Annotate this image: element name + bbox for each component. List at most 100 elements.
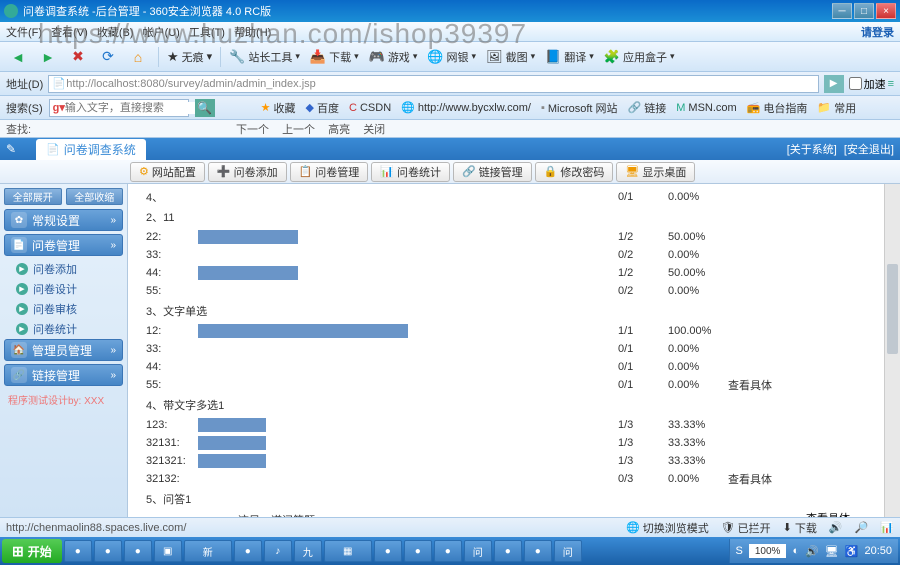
address-bar: 地址(D) 📄 ▶ 加速≡ bbox=[0, 72, 900, 96]
taskbar-item[interactable]: ● bbox=[64, 540, 92, 562]
taskbar-item[interactable]: ● bbox=[494, 540, 522, 562]
bookmark-item[interactable]: 📁常用 bbox=[817, 100, 856, 116]
collapse-all-button[interactable]: 全部收缩 bbox=[66, 188, 124, 205]
bookmark-item[interactable]: 🔗链接 bbox=[628, 100, 667, 116]
taskbar-item[interactable]: ▣ bbox=[154, 540, 182, 562]
menu-account[interactable]: 帐户(U) bbox=[143, 27, 180, 39]
sidebar-group[interactable]: 📄问卷管理» bbox=[4, 234, 123, 256]
action-button[interactable]: 📋问卷管理 bbox=[290, 162, 369, 182]
maximize-button[interactable]: □ bbox=[854, 3, 874, 19]
stop-button[interactable]: ✖ bbox=[66, 45, 90, 69]
taskbar-item[interactable]: ♪ bbox=[264, 540, 292, 562]
taskbar-item[interactable]: 九 bbox=[294, 540, 322, 562]
tray-icon[interactable]: 🔊 bbox=[805, 545, 819, 558]
vertical-scrollbar[interactable] bbox=[884, 184, 900, 517]
action-button[interactable]: ⚙网站配置 bbox=[130, 162, 205, 182]
forward-button[interactable]: ► bbox=[36, 45, 60, 69]
tray-icon[interactable]: ◐ bbox=[792, 545, 799, 557]
zoom-level[interactable]: 100% bbox=[749, 544, 787, 558]
taskbar-item[interactable]: ● bbox=[434, 540, 462, 562]
bookmark-item[interactable]: ▪Microsoft 网站 bbox=[541, 100, 618, 116]
scrollbar-thumb[interactable] bbox=[887, 264, 898, 354]
about-link[interactable]: [关于系统] bbox=[787, 144, 837, 156]
address-input-wrap[interactable]: 📄 bbox=[48, 75, 818, 93]
menu-file[interactable]: 文件(F) bbox=[6, 27, 42, 39]
sidebar-group[interactable]: 🔗链接管理» bbox=[4, 364, 123, 386]
taskbar-item[interactable]: ▦ bbox=[324, 540, 372, 562]
separator bbox=[220, 47, 221, 67]
sidebar-group[interactable]: ✿常规设置» bbox=[4, 209, 123, 231]
back-button[interactable]: ◄ bbox=[6, 45, 30, 69]
find-close[interactable]: 关闭 bbox=[363, 124, 385, 136]
menu-tools[interactable]: 工具(T) bbox=[189, 27, 225, 39]
bookmark-icon: 📁 bbox=[817, 101, 831, 114]
toolbar-item[interactable]: 📘翻译▾ bbox=[545, 49, 594, 65]
address-input[interactable] bbox=[66, 78, 814, 90]
sidebar-item[interactable]: ▶问卷审核 bbox=[4, 299, 123, 319]
toolbar-item[interactable]: 🖼截图▾ bbox=[486, 49, 535, 65]
toolbar-item[interactable]: 📥下载▾ bbox=[310, 49, 359, 65]
tray-icon[interactable]: S bbox=[736, 545, 743, 557]
sidebar-item[interactable]: ▶问卷添加 bbox=[4, 259, 123, 279]
find-highlight[interactable]: 高亮 bbox=[328, 124, 350, 136]
view-detail-link[interactable]: 查看具体 bbox=[806, 510, 890, 517]
taskbar-item[interactable]: 新 bbox=[184, 540, 232, 562]
bookmark-item[interactable]: ◆百度 bbox=[306, 100, 339, 116]
incognito-button[interactable]: ★ 无痕 ▾ bbox=[167, 49, 212, 65]
bookmark-item[interactable]: CCSDN bbox=[349, 102, 391, 114]
refresh-button[interactable]: ⟳ bbox=[96, 45, 120, 69]
tray-icon[interactable]: 🖥 bbox=[825, 545, 839, 558]
stat-percent: 0.00% bbox=[668, 343, 728, 355]
bookmark-item[interactable]: ★收藏 bbox=[261, 100, 296, 116]
close-button[interactable]: × bbox=[876, 3, 896, 19]
popup-blocked[interactable]: 🛡已拦开 bbox=[721, 520, 771, 536]
tray-icon[interactable]: ♿ bbox=[845, 545, 859, 558]
search-input-wrap[interactable]: g▾ bbox=[49, 99, 189, 117]
action-button[interactable]: 🖥显示桌面 bbox=[616, 162, 695, 182]
find-next[interactable]: 下一个 bbox=[236, 124, 269, 136]
taskbar-item[interactable]: ● bbox=[404, 540, 432, 562]
action-button[interactable]: 📊问卷统计 bbox=[371, 162, 450, 182]
page-icon: 📄 bbox=[52, 77, 66, 90]
expand-all-button[interactable]: 全部展开 bbox=[4, 188, 62, 205]
logout-link[interactable]: [安全退出] bbox=[844, 144, 894, 156]
view-detail-link[interactable]: 查看具体 bbox=[728, 377, 772, 393]
login-link[interactable]: 请登录 bbox=[861, 24, 894, 40]
toolbar-item[interactable]: 🧩应用盒子▾ bbox=[604, 49, 675, 65]
action-button[interactable]: 🔗链接管理 bbox=[453, 162, 532, 182]
taskbar-item[interactable]: ● bbox=[94, 540, 122, 562]
app-tab[interactable]: 📄 问卷调查系统 bbox=[36, 139, 146, 160]
taskbar-item[interactable]: ● bbox=[374, 540, 402, 562]
search-button[interactable]: 🔍 bbox=[195, 99, 215, 117]
toolbar-item[interactable]: 🌐网银▾ bbox=[427, 49, 476, 65]
menu-view[interactable]: 查看(V) bbox=[51, 27, 88, 39]
sidebar-item[interactable]: ▶问卷统计 bbox=[4, 319, 123, 339]
taskbar-item[interactable]: ● bbox=[524, 540, 552, 562]
menu-help[interactable]: 帮助(H) bbox=[234, 27, 271, 39]
menu-fav[interactable]: 收藏(B) bbox=[97, 27, 134, 39]
sidebar-group[interactable]: 🏠管理员管理» bbox=[4, 339, 123, 361]
search-input[interactable] bbox=[65, 102, 207, 114]
toolbar-item[interactable]: 🔧站长工具▾ bbox=[229, 49, 300, 65]
taskbar-item[interactable]: 问 bbox=[554, 540, 582, 562]
home-button[interactable]: ⌂ bbox=[126, 45, 150, 69]
start-button[interactable]: ⊞ 开始 bbox=[2, 539, 62, 563]
action-button[interactable]: 🔒修改密码 bbox=[535, 162, 614, 182]
sidebar-item[interactable]: ▶问卷设计 bbox=[4, 279, 123, 299]
go-button[interactable]: ▶ bbox=[824, 75, 844, 93]
action-button[interactable]: ➕问卷添加 bbox=[208, 162, 287, 182]
bookmark-item[interactable]: 🌐http://www.bycxlw.com/ bbox=[401, 101, 531, 114]
taskbar-item[interactable]: ● bbox=[234, 540, 262, 562]
minimize-button[interactable]: ─ bbox=[832, 3, 852, 19]
taskbar-item[interactable]: 问 bbox=[464, 540, 492, 562]
view-detail-link[interactable]: 查看具体 bbox=[728, 471, 772, 487]
toolbar-item[interactable]: 🎮游戏▾ bbox=[369, 49, 418, 65]
taskbar-item[interactable]: ● bbox=[124, 540, 152, 562]
browse-mode[interactable]: 🌐切换浏览模式 bbox=[626, 520, 709, 536]
stats-row: 33: 0/2 0.00% bbox=[138, 246, 890, 264]
find-prev[interactable]: 上一个 bbox=[282, 124, 315, 136]
speed-checkbox[interactable]: 加速≡ bbox=[849, 76, 894, 92]
bookmark-item[interactable]: MMSN.com bbox=[676, 102, 736, 114]
bookmark-item[interactable]: 📻电台指南 bbox=[747, 100, 808, 116]
download-status[interactable]: ⬇下载 bbox=[783, 520, 817, 536]
